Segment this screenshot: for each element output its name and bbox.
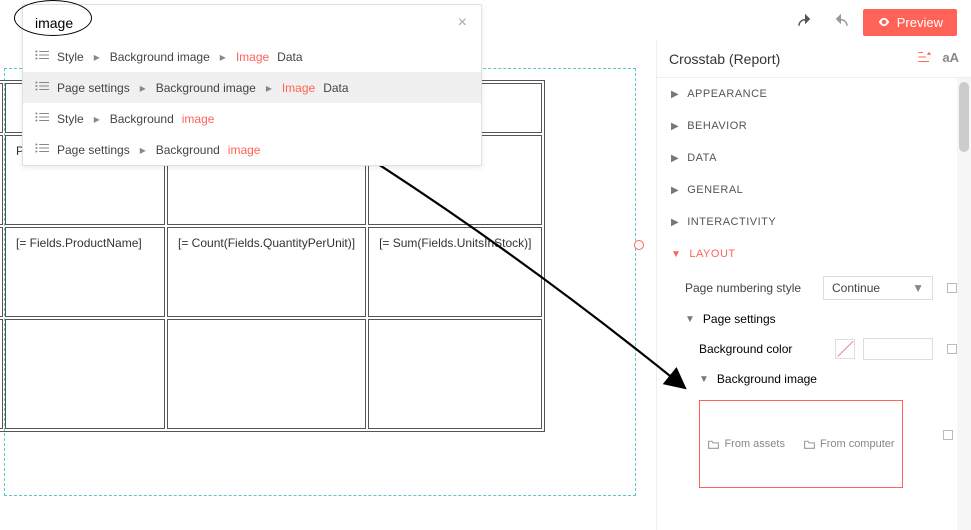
pagenum-select[interactable]: Continue▼ xyxy=(823,276,933,300)
folder-icon xyxy=(803,438,816,451)
from-computer-button[interactable]: From computer xyxy=(803,438,895,451)
section-interactivity[interactable]: ▶INTERACTIVITY xyxy=(657,206,971,238)
search-result-item[interactable]: Style▸Background image▸ImageData xyxy=(23,41,481,72)
bgcolor-label: Background color xyxy=(699,342,827,356)
redo-icon[interactable] xyxy=(827,8,855,36)
search-input[interactable] xyxy=(31,9,452,37)
preview-label: Preview xyxy=(897,15,943,30)
section-general[interactable]: ▶GENERAL xyxy=(657,174,971,206)
sliders-icon xyxy=(35,142,49,157)
sliders-icon xyxy=(35,80,49,95)
section-behavior[interactable]: ▶BEHAVIOR xyxy=(657,110,971,142)
undo-icon[interactable] xyxy=(791,8,819,36)
section-layout[interactable]: ▼LAYOUT xyxy=(657,238,971,270)
section-data[interactable]: ▶DATA xyxy=(657,142,971,174)
color-value-input[interactable] xyxy=(863,338,933,360)
pagenum-label: Page numbering style xyxy=(685,281,815,295)
sub-bg-image[interactable]: ▼Background image xyxy=(657,366,971,392)
properties-panel: Crosstab (Report) aA ▶APPEARANCE ▶BEHAVI… xyxy=(656,40,971,530)
search-result-item[interactable]: Page settings▸Background image xyxy=(23,134,481,165)
scrollbar-thumb[interactable] xyxy=(959,82,969,152)
prop-reset[interactable] xyxy=(947,283,957,293)
row-me[interactable]: me] xyxy=(0,227,3,317)
prop-reset[interactable] xyxy=(943,430,953,440)
cell-units[interactable]: [= Sum(Fields.UnitsInStock)] xyxy=(368,227,542,317)
cell-productname[interactable]: [= Fields.ProductName] xyxy=(5,227,165,317)
scrollbar[interactable] xyxy=(957,78,971,530)
preview-button[interactable]: Preview xyxy=(863,9,957,36)
panel-title: Crosstab (Report) xyxy=(669,51,780,67)
search-result-item[interactable]: Style▸Background image xyxy=(23,103,481,134)
folder-icon xyxy=(707,438,720,451)
search-result-item[interactable]: Page settings▸Background image▸ImageData xyxy=(23,72,481,103)
sliders-icon xyxy=(35,111,49,126)
image-drop-zone[interactable]: From assets From computer xyxy=(699,400,903,488)
cell-qty[interactable]: [= Count(Fields.QuantityPerUnit)] xyxy=(167,227,366,317)
color-swatch[interactable] xyxy=(835,339,855,359)
sort-icon[interactable] xyxy=(917,50,932,67)
search-dropdown: × Style▸Background image▸ImageDataPage s… xyxy=(22,4,482,166)
clear-icon[interactable]: × xyxy=(452,14,473,32)
prop-reset[interactable] xyxy=(947,344,957,354)
eye-icon xyxy=(877,15,891,29)
sliders-icon xyxy=(35,49,49,64)
sub-page-settings[interactable]: ▼Page settings xyxy=(657,306,971,332)
resize-handle-icon[interactable] xyxy=(634,240,644,250)
text-size-icon[interactable]: aA xyxy=(942,50,959,67)
section-appearance[interactable]: ▶APPEARANCE xyxy=(657,78,971,110)
from-assets-button[interactable]: From assets xyxy=(707,438,785,451)
